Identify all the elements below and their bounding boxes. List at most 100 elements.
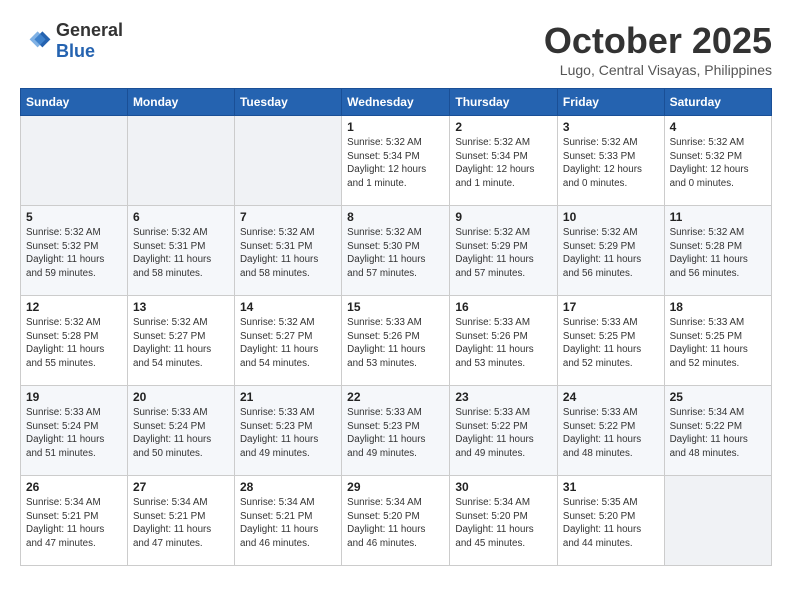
day-number: 2	[455, 120, 552, 134]
calendar-cell: 14Sunrise: 5:32 AMSunset: 5:27 PMDayligh…	[234, 296, 341, 386]
calendar-cell: 13Sunrise: 5:32 AMSunset: 5:27 PMDayligh…	[127, 296, 234, 386]
day-info: Sunrise: 5:33 AMSunset: 5:25 PMDaylight:…	[670, 316, 766, 371]
day-number: 5	[26, 210, 122, 224]
calendar-cell: 3 Sunrise: 5:32 AMSunset: 5:33 PMDaylight…	[557, 116, 664, 206]
day-info: Sunrise: 5:32 AMSunset: 5:31 PMDaylight:…	[133, 226, 229, 281]
calendar-cell: 30 Sunrise: 5:34 AMSunset: 5:20 PMDayligh…	[450, 476, 558, 566]
day-number: 22	[347, 390, 444, 404]
day-number: 1	[347, 120, 444, 134]
day-number: 6	[133, 210, 229, 224]
calendar-cell: 22 Sunrise: 5:33 AMSunset: 5:23 PMDayligh…	[342, 386, 450, 476]
calendar-cell: 4 Sunrise: 5:32 AMSunset: 5:32 PMDaylight…	[664, 116, 771, 206]
day-number: 17	[563, 300, 659, 314]
calendar-cell: 26Sunrise: 5:34 AMSunset: 5:21 PMDayligh…	[21, 476, 128, 566]
calendar-cell: 25Sunrise: 5:34 AMSunset: 5:22 PMDayligh…	[664, 386, 771, 476]
day-info: Sunrise: 5:33 AMSunset: 5:23 PMDaylight:…	[240, 406, 336, 461]
location: Lugo, Central Visayas, Philippines	[544, 62, 772, 78]
logo-text: General Blue	[56, 20, 123, 62]
calendar-cell: 17 Sunrise: 5:33 AMSunset: 5:25 PMDayligh…	[557, 296, 664, 386]
day-info: Sunrise: 5:34 AMSunset: 5:21 PMDaylight:…	[133, 496, 229, 551]
day-info: Sunrise: 5:34 AMSunset: 5:21 PMDaylight:…	[240, 496, 336, 551]
calendar-cell: 11 Sunrise: 5:32 AMSunset: 5:28 PMDayligh…	[664, 206, 771, 296]
day-number: 13	[133, 300, 229, 314]
day-number: 24	[563, 390, 659, 404]
day-info: Sunrise: 5:32 AMSunset: 5:33 PMDaylight:…	[563, 136, 659, 191]
calendar-cell: 6 Sunrise: 5:32 AMSunset: 5:31 PMDaylight…	[127, 206, 234, 296]
calendar-cell: 21 Sunrise: 5:33 AMSunset: 5:23 PMDayligh…	[234, 386, 341, 476]
day-number: 15	[347, 300, 444, 314]
day-number: 25	[670, 390, 766, 404]
calendar-cell: 23 Sunrise: 5:33 AMSunset: 5:22 PMDayligh…	[450, 386, 558, 476]
day-info: Sunrise: 5:32 AMSunset: 5:29 PMDaylight:…	[455, 226, 552, 281]
calendar-cell: 20Sunrise: 5:33 AMSunset: 5:24 PMDayligh…	[127, 386, 234, 476]
day-number: 18	[670, 300, 766, 314]
week-row-3: 12 Sunrise: 5:32 AMSunset: 5:28 PMDayligh…	[21, 296, 772, 386]
day-number: 11	[670, 210, 766, 224]
day-number: 21	[240, 390, 336, 404]
day-info: Sunrise: 5:32 AMSunset: 5:32 PMDaylight:…	[670, 136, 766, 191]
day-header-wednesday: Wednesday	[342, 89, 450, 116]
day-header-thursday: Thursday	[450, 89, 558, 116]
day-info: Sunrise: 5:33 AMSunset: 5:24 PMDaylight:…	[133, 406, 229, 461]
calendar-cell	[234, 116, 341, 206]
calendar-cell: 16Sunrise: 5:33 AMSunset: 5:26 PMDayligh…	[450, 296, 558, 386]
calendar-cell: 31 Sunrise: 5:35 AMSunset: 5:20 PMDayligh…	[557, 476, 664, 566]
calendar-cell: 7Sunrise: 5:32 AMSunset: 5:31 PMDaylight…	[234, 206, 341, 296]
calendar-cell	[127, 116, 234, 206]
day-info: Sunrise: 5:35 AMSunset: 5:20 PMDaylight:…	[563, 496, 659, 551]
day-info: Sunrise: 5:33 AMSunset: 5:22 PMDaylight:…	[563, 406, 659, 461]
calendar-cell: 18 Sunrise: 5:33 AMSunset: 5:25 PMDayligh…	[664, 296, 771, 386]
day-number: 16	[455, 300, 552, 314]
day-header-friday: Friday	[557, 89, 664, 116]
calendar-cell: 8 Sunrise: 5:32 AMSunset: 5:30 PMDaylight…	[342, 206, 450, 296]
day-info: Sunrise: 5:32 AMSunset: 5:29 PMDaylight:…	[563, 226, 659, 281]
calendar-cell	[21, 116, 128, 206]
day-info: Sunrise: 5:32 AMSunset: 5:27 PMDaylight:…	[240, 316, 336, 371]
day-info: Sunrise: 5:32 AMSunset: 5:32 PMDaylight:…	[26, 226, 122, 281]
day-header-sunday: Sunday	[21, 89, 128, 116]
week-row-4: 19Sunrise: 5:33 AMSunset: 5:24 PMDayligh…	[21, 386, 772, 476]
calendar-cell: 24 Sunrise: 5:33 AMSunset: 5:22 PMDayligh…	[557, 386, 664, 476]
logo-icon	[20, 25, 52, 57]
calendar-cell: 12 Sunrise: 5:32 AMSunset: 5:28 PMDayligh…	[21, 296, 128, 386]
calendar-cell: 10 Sunrise: 5:32 AMSunset: 5:29 PMDayligh…	[557, 206, 664, 296]
day-info: Sunrise: 5:33 AMSunset: 5:24 PMDaylight:…	[26, 406, 122, 461]
day-info: Sunrise: 5:32 AMSunset: 5:31 PMDaylight:…	[240, 226, 336, 281]
day-number: 30	[455, 480, 552, 494]
week-row-2: 5 Sunrise: 5:32 AMSunset: 5:32 PMDaylight…	[21, 206, 772, 296]
day-header-tuesday: Tuesday	[234, 89, 341, 116]
day-info: Sunrise: 5:34 AMSunset: 5:20 PMDaylight:…	[455, 496, 552, 551]
calendar-cell: 27Sunrise: 5:34 AMSunset: 5:21 PMDayligh…	[127, 476, 234, 566]
day-number: 10	[563, 210, 659, 224]
day-number: 28	[240, 480, 336, 494]
day-number: 4	[670, 120, 766, 134]
day-number: 8	[347, 210, 444, 224]
day-number: 3	[563, 120, 659, 134]
day-info: Sunrise: 5:33 AMSunset: 5:25 PMDaylight:…	[563, 316, 659, 371]
week-row-5: 26Sunrise: 5:34 AMSunset: 5:21 PMDayligh…	[21, 476, 772, 566]
week-row-1: 1 Sunrise: 5:32 AMSunset: 5:34 PMDaylight…	[21, 116, 772, 206]
calendar-cell: 15 Sunrise: 5:33 AMSunset: 5:26 PMDayligh…	[342, 296, 450, 386]
title-block: October 2025 Lugo, Central Visayas, Phil…	[544, 20, 772, 78]
day-info: Sunrise: 5:32 AMSunset: 5:34 PMDaylight:…	[347, 136, 444, 191]
calendar-cell: 29Sunrise: 5:34 AMSunset: 5:20 PMDayligh…	[342, 476, 450, 566]
day-info: Sunrise: 5:33 AMSunset: 5:23 PMDaylight:…	[347, 406, 444, 461]
calendar-cell: 2Sunrise: 5:32 AMSunset: 5:34 PMDaylight…	[450, 116, 558, 206]
calendar-header-row: SundayMondayTuesdayWednesdayThursdayFrid…	[21, 89, 772, 116]
day-info: Sunrise: 5:33 AMSunset: 5:26 PMDaylight:…	[347, 316, 444, 371]
page-header: General Blue October 2025 Lugo, Central …	[20, 20, 772, 78]
day-info: Sunrise: 5:32 AMSunset: 5:30 PMDaylight:…	[347, 226, 444, 281]
day-info: Sunrise: 5:34 AMSunset: 5:21 PMDaylight:…	[26, 496, 122, 551]
day-header-monday: Monday	[127, 89, 234, 116]
calendar-table: SundayMondayTuesdayWednesdayThursdayFrid…	[20, 88, 772, 566]
day-info: Sunrise: 5:32 AMSunset: 5:28 PMDaylight:…	[26, 316, 122, 371]
day-number: 31	[563, 480, 659, 494]
logo: General Blue	[20, 20, 123, 62]
day-info: Sunrise: 5:33 AMSunset: 5:22 PMDaylight:…	[455, 406, 552, 461]
day-info: Sunrise: 5:32 AMSunset: 5:28 PMDaylight:…	[670, 226, 766, 281]
day-number: 29	[347, 480, 444, 494]
day-number: 23	[455, 390, 552, 404]
day-number: 9	[455, 210, 552, 224]
calendar-cell: 9 Sunrise: 5:32 AMSunset: 5:29 PMDaylight…	[450, 206, 558, 296]
day-number: 12	[26, 300, 122, 314]
